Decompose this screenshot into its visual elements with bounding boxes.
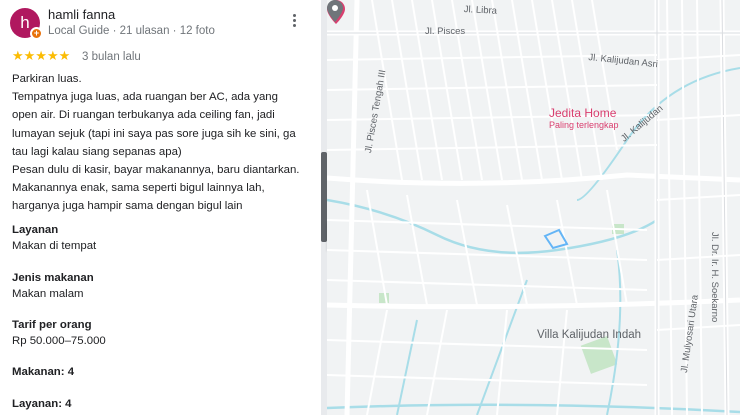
price-attribute: Tarif per orang Rp 50.000–75.000 <box>12 317 106 349</box>
map-view[interactable]: Jl. Libra Jl. Pisces Jl. Kalijudan Asri … <box>327 0 740 415</box>
service-rating: Layanan: 4 <box>12 398 72 410</box>
review-text-line: open air. Di ruangan terbukanya ada ceil… <box>12 109 275 122</box>
local-guide-badge-icon: + <box>30 27 43 40</box>
price-value: Rp 50.000–75.000 <box>12 335 106 347</box>
review-panel: h + hamli fanna Local Guide · 21 ulasan … <box>0 0 321 415</box>
review-text-line: Tempatnya juga luas, ada ruangan ber AC,… <box>12 91 278 104</box>
street-label-soekarno: Jl. Dr. Ir. H. Soekarno <box>709 232 720 323</box>
more-vert-icon[interactable] <box>288 14 300 30</box>
review-text-line: lumayan sejuk (tapi ini saya pas sore ju… <box>12 127 296 140</box>
review-date: 3 bulan lalu <box>82 51 141 63</box>
street-label-pisces: Jl. Pisces <box>425 26 466 37</box>
star-rating: ★★★★★ <box>12 49 70 62</box>
poi-subtitle: Paling terlengkap <box>549 120 619 130</box>
review-text-line: Parkiran luas. <box>12 73 82 85</box>
street-label-libra: Jl. Libra <box>463 4 498 17</box>
review-text-line: Makanannya enak, sama seperti bigul lain… <box>12 182 265 195</box>
service-label: Layanan <box>12 224 59 236</box>
service-attribute: Layanan Makan di tempat <box>12 222 96 254</box>
service-value: Makan di tempat <box>12 240 97 252</box>
review-text-line: Pesan dulu di kasir, bayar makanannya, b… <box>12 164 300 177</box>
map-streets <box>327 0 740 415</box>
area-label[interactable]: Villa Kalijudan Indah <box>537 329 641 341</box>
review-text: Parkiran luas. Tempatnya juga luas, ada … <box>12 70 312 216</box>
avatar-letter: h <box>20 13 30 32</box>
meal-type-value: Makan malam <box>12 288 84 300</box>
meal-type-attribute: Jenis makanan Makan malam <box>12 270 94 302</box>
meal-type-label: Jenis makanan <box>12 272 94 284</box>
reviewer-name[interactable]: hamli fanna <box>48 7 115 22</box>
reviewer-avatar[interactable]: h + <box>10 8 43 40</box>
price-label: Tarif per orang <box>12 319 92 331</box>
review-text-line: harganya juga hampir sama dengan bigul l… <box>12 200 243 213</box>
food-rating: Makanan: 4 <box>12 366 75 378</box>
review-text-line: tau lagi kalau siang sepanas apa) <box>12 145 182 158</box>
poi-name[interactable]: Jedita Home <box>549 106 616 120</box>
place-pin-icon[interactable] <box>327 0 343 22</box>
reviewer-meta: Local Guide · 21 ulasan · 12 foto <box>48 25 215 37</box>
star-icon: ★★★★★ <box>12 48 71 63</box>
